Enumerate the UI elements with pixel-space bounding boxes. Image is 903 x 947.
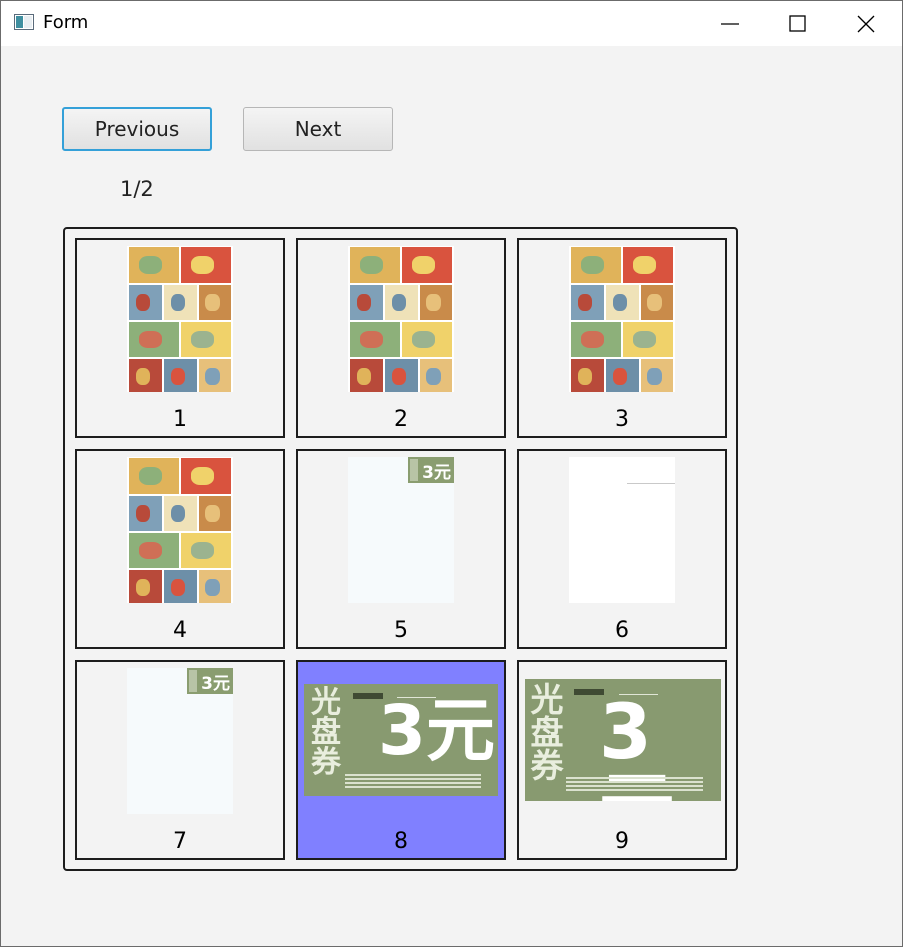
price-tag-label: 3元 (408, 457, 454, 483)
comic-page-image (569, 246, 675, 392)
close-icon (857, 15, 875, 33)
thumbnail-label: 2 (394, 407, 408, 432)
thumbnail-cell-3[interactable]: 3 (517, 238, 727, 438)
coupon-image: 光盘券 3元 (304, 684, 498, 796)
blank-page-image: 3元 (348, 457, 454, 603)
thumbnail-label: 6 (615, 618, 629, 643)
thumbnail-label: 5 (394, 618, 408, 643)
maximize-button[interactable] (765, 1, 833, 46)
thumbnail-cell-1[interactable]: 1 (75, 238, 285, 438)
thumbnail-label: 3 (615, 407, 629, 432)
app-icon (14, 14, 34, 30)
thumbnail-cell-2[interactable]: 2 (296, 238, 506, 438)
window-title: Form (43, 12, 89, 33)
thumbnail-label: 9 (615, 829, 629, 854)
price-tag-label: 3元 (187, 668, 233, 694)
blank-page-image: 3元 (127, 668, 233, 814)
comic-page-image (127, 246, 233, 392)
minimize-button[interactable] (697, 1, 765, 46)
thumbnail-label: 7 (173, 829, 187, 854)
thumbnail-cell-6[interactable]: 6 (517, 449, 727, 649)
minimize-icon (721, 23, 739, 25)
thumbnail-cell-8[interactable]: 光盘券 3元 8 (296, 660, 506, 860)
coupon-value: 3元 (378, 691, 496, 771)
thumbnail-label: 4 (173, 618, 187, 643)
thumbnail-label: 1 (173, 407, 187, 432)
form-window: Form Previous Next 1/2 1 2 3 4 3元 5 6 3元 7 光盘券 3元 8… (0, 0, 903, 947)
coupon-title: 光盘券 (530, 680, 564, 785)
next-button[interactable]: Next (243, 107, 393, 151)
comic-page-image (348, 246, 454, 392)
previous-button[interactable]: Previous (62, 107, 212, 151)
close-button[interactable] (833, 1, 901, 46)
title-bar[interactable]: Form (1, 1, 902, 46)
maximize-icon (789, 15, 806, 32)
thumbnail-label: 8 (394, 829, 408, 854)
comic-page-image (127, 457, 233, 603)
white-page-image (569, 457, 675, 603)
coupon-title: 光盘券 (311, 685, 341, 780)
thumbnail-grid: 12343元563元7光盘券3元8光盘券3元9 (63, 227, 738, 871)
thumbnail-cell-4[interactable]: 4 (75, 449, 285, 649)
page-indicator: 1/2 (120, 177, 154, 201)
thumbnail-cell-7[interactable]: 3元 7 (75, 660, 285, 860)
thumbnail-cell-5[interactable]: 3元 5 (296, 449, 506, 649)
thumbnail-cell-9[interactable]: 光盘券3元 9 (517, 660, 727, 860)
coupon-image: 光盘券3元 (525, 679, 721, 801)
